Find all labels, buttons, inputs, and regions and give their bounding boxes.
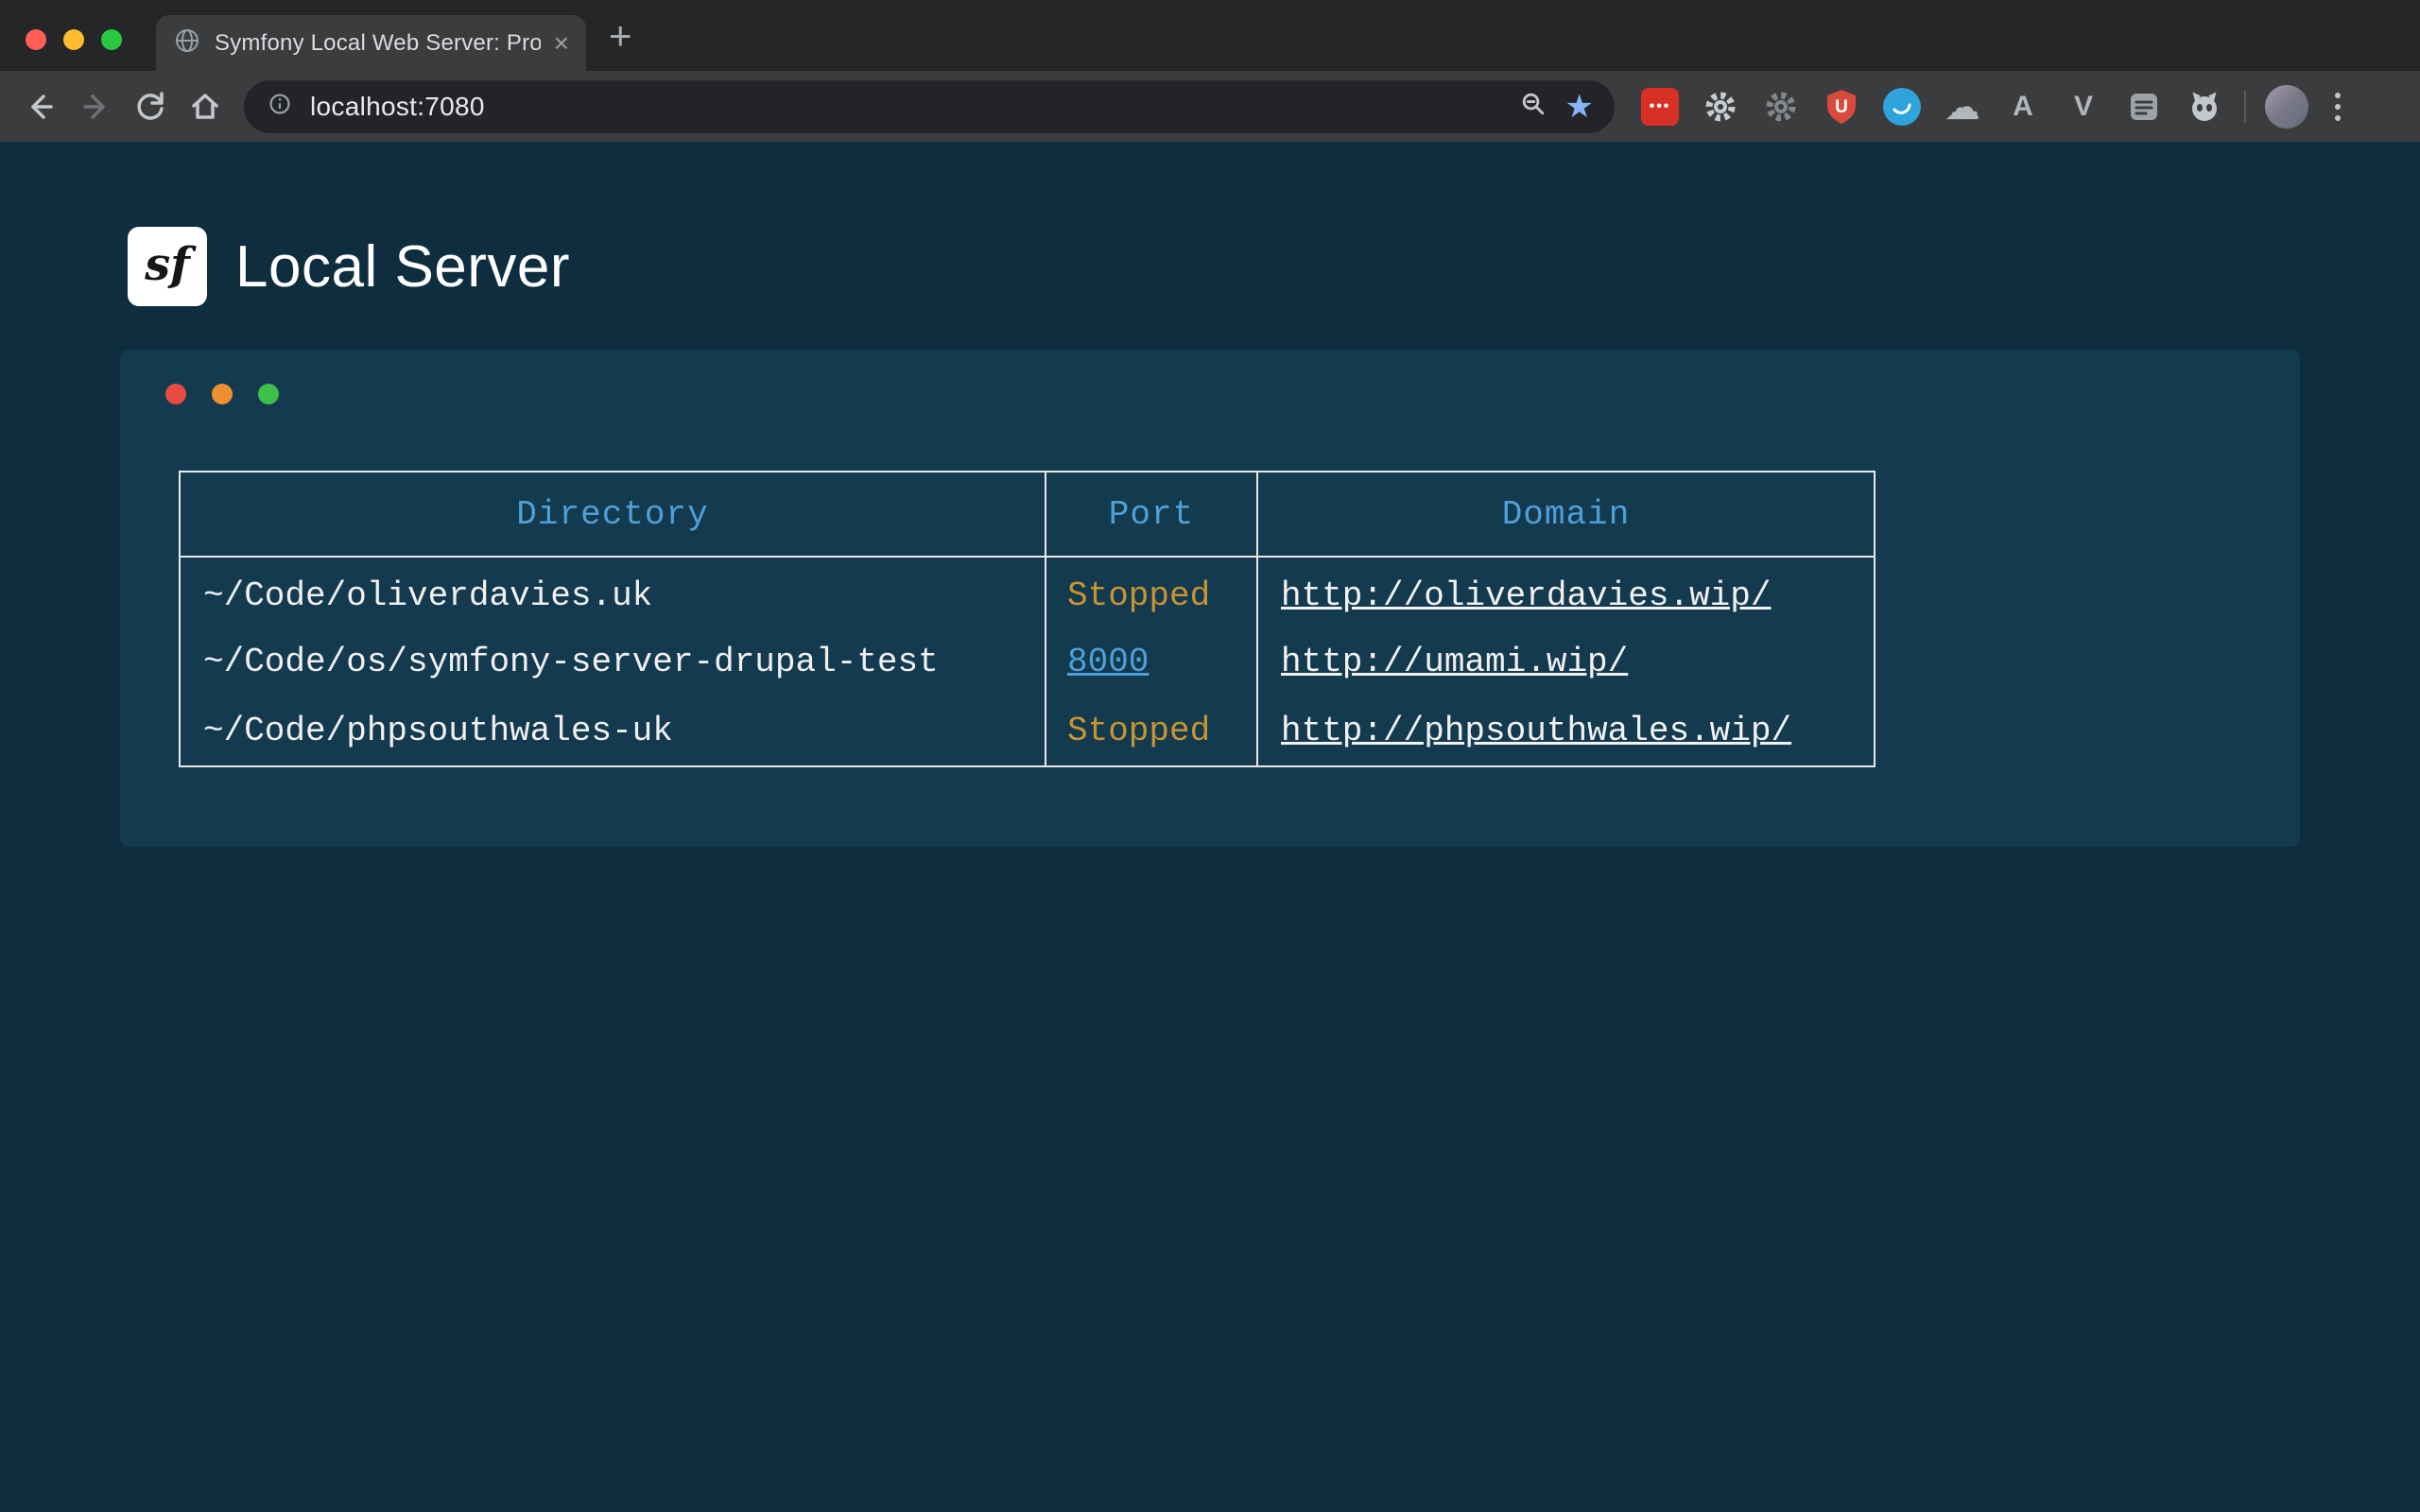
page-content: sf Local Server Directory Port Domain [0, 142, 2420, 847]
list-extension-icon[interactable] [2123, 86, 2165, 128]
new-tab-button[interactable]: + [609, 0, 632, 71]
tab-favicon-globe-icon [173, 26, 201, 60]
tab-title: Symfony Local Web Server: Prox [215, 30, 541, 57]
gear-dark-extension-icon[interactable] [1760, 86, 1802, 128]
terminal-panel: Directory Port Domain ~/Code/oliverdavie… [120, 350, 2300, 847]
page-header: sf Local Server [128, 227, 2420, 306]
header-domain: Domain [1257, 472, 1875, 557]
address-bar[interactable]: localhost:7080 ★ [244, 80, 1615, 133]
bookmark-star-icon[interactable]: ★ [1565, 91, 1594, 123]
header-directory: Directory [180, 472, 1046, 557]
page-info-icon[interactable] [265, 89, 295, 124]
window-minimize-button[interactable] [63, 29, 84, 50]
blue-circle-extension-icon[interactable] [1881, 86, 1923, 128]
port-link[interactable]: 8000 [1067, 643, 1149, 681]
home-icon [184, 86, 226, 128]
toolbar-separator [2244, 91, 2246, 123]
extensions-area: ••• U [1639, 86, 2225, 128]
zoom-icon[interactable] [1516, 87, 1550, 126]
tab-close-icon[interactable]: × [554, 30, 569, 57]
github-octocat-extension-icon[interactable] [2184, 86, 2225, 128]
window-controls [26, 29, 122, 50]
symfony-logo: sf [128, 227, 207, 306]
letter-a-extension-icon[interactable]: A [2002, 86, 2044, 128]
cloud-extension-icon[interactable]: ☁ [1942, 86, 1983, 128]
browser-toolbar: localhost:7080 ★ ••• [0, 71, 2420, 142]
browser-menu-icon[interactable] [2329, 87, 2346, 127]
browser-window: Symfony Local Web Server: Prox × + [0, 0, 2420, 142]
domain-link[interactable]: http://phpsouthwales.wip/ [1281, 712, 1791, 750]
table-row: ~/Code/phpsouthwales-uk Stopped http://p… [180, 696, 1875, 766]
url-text: localhost:7080 [310, 92, 485, 122]
red-dots-extension-icon[interactable]: ••• [1639, 86, 1681, 128]
letter-v-extension-icon[interactable]: V [2063, 86, 2104, 128]
browser-tab[interactable]: Symfony Local Web Server: Prox × [156, 15, 586, 71]
ublock-shield-extension-icon[interactable]: U [1821, 86, 1862, 128]
gear-light-extension-icon[interactable] [1700, 86, 1741, 128]
table-header-row: Directory Port Domain [180, 472, 1875, 557]
table-row: ~/Code/oliverdavies.uk Stopped http://ol… [180, 557, 1875, 627]
forward-button[interactable] [68, 79, 123, 134]
forward-arrow-icon [75, 86, 116, 128]
reload-button[interactable] [123, 79, 178, 134]
header-port: Port [1046, 472, 1257, 557]
back-arrow-icon [20, 86, 61, 128]
directory-cell: ~/Code/os/symfony-server-drupal-test [180, 627, 1046, 696]
panel-window-dots [165, 384, 2255, 404]
directory-cell: ~/Code/phpsouthwales-uk [180, 696, 1046, 766]
port-status: Stopped [1067, 576, 1210, 615]
page-title: Local Server [235, 233, 570, 301]
servers-table-wrap: Directory Port Domain ~/Code/oliverdavie… [179, 471, 2255, 767]
tab-strip: Symfony Local Web Server: Prox × + [0, 0, 2420, 71]
panel-orange-dot [212, 384, 233, 404]
profile-avatar[interactable] [2265, 85, 2308, 129]
domain-link[interactable]: http://oliverdavies.wip/ [1281, 576, 1771, 615]
domain-link[interactable]: http://umami.wip/ [1281, 643, 1628, 681]
port-status: Stopped [1067, 712, 1210, 750]
panel-red-dot [165, 384, 186, 404]
servers-table: Directory Port Domain ~/Code/oliverdavie… [179, 471, 1876, 767]
reload-icon [130, 86, 171, 128]
svg-text:U: U [1835, 97, 1848, 117]
panel-green-dot [258, 384, 279, 404]
home-button[interactable] [178, 79, 233, 134]
directory-cell: ~/Code/oliverdavies.uk [180, 557, 1046, 627]
back-button[interactable] [13, 79, 68, 134]
symfony-logo-text: sf [145, 238, 190, 291]
table-row: ~/Code/os/symfony-server-drupal-test 800… [180, 627, 1875, 696]
window-zoom-button[interactable] [101, 29, 122, 50]
window-close-button[interactable] [26, 29, 46, 50]
